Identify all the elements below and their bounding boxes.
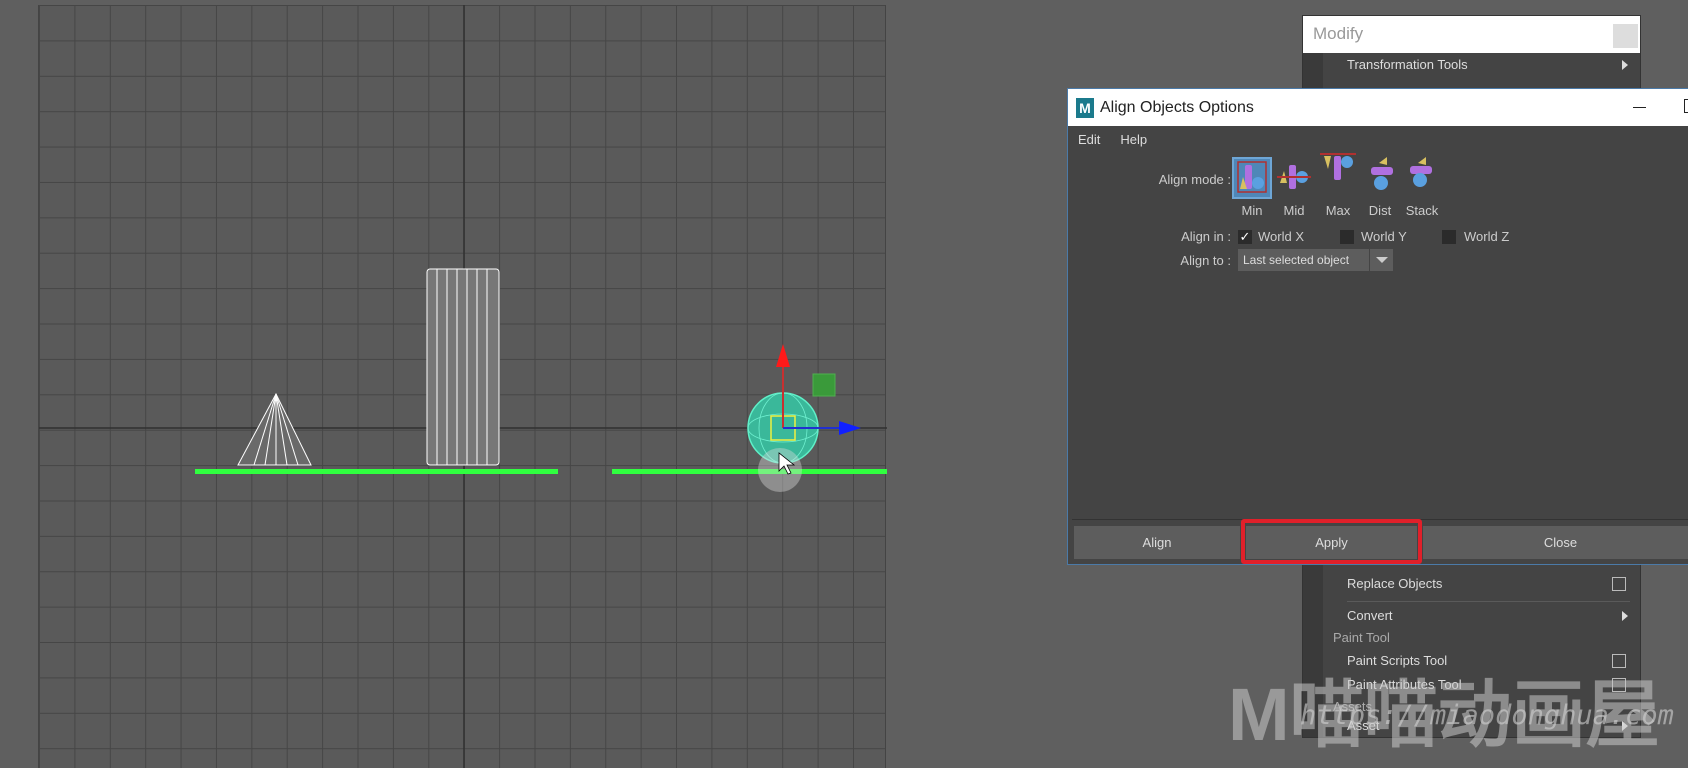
align-to-value: Last selected object — [1243, 253, 1350, 267]
cone-object — [237, 392, 312, 466]
world-z-label: World Z — [1464, 229, 1510, 244]
mode-label-max: Max — [1325, 203, 1351, 218]
dialog-menubar: Edit Help — [1068, 126, 1688, 152]
align-to-dropdown[interactable]: Last selected object — [1238, 249, 1393, 271]
align-mid-button[interactable] — [1274, 157, 1314, 199]
menu-item-label: Convert — [1347, 608, 1393, 623]
align-max-button[interactable] — [1318, 151, 1358, 193]
align-stack-button[interactable] — [1400, 151, 1440, 193]
menu-item-label: Transformation Tools — [1347, 57, 1468, 72]
dialog-title: Align Objects Options — [1100, 98, 1254, 116]
dialog-titlebar[interactable]: M Align Objects Options — [1068, 89, 1688, 126]
mode-label-dist: Dist — [1368, 203, 1392, 218]
menu-item-label: Replace Objects — [1347, 576, 1443, 591]
align-mode-label: Align mode : — [1158, 172, 1231, 187]
world-y-checkbox[interactable] — [1340, 230, 1354, 244]
align-dist-button[interactable] — [1361, 151, 1401, 193]
align-to-label: Align to : — [1180, 253, 1231, 268]
maximize-icon[interactable] — [1684, 99, 1688, 113]
close-icon[interactable] — [1613, 24, 1638, 48]
mode-label-mid: Mid — [1283, 203, 1305, 218]
section-paint-tool: Paint Tool — [1333, 630, 1632, 645]
cylinder-object — [426, 268, 500, 466]
watermark-url: https://miaodonghua.com — [1300, 700, 1674, 731]
section-label: Paint Tool — [1333, 630, 1390, 645]
ground-plane-left — [195, 469, 558, 474]
menu-edit[interactable]: Edit — [1078, 132, 1100, 147]
world-z-checkbox[interactable] — [1442, 230, 1456, 244]
world-x-label: World X — [1258, 229, 1304, 244]
menu-item-replace-objects[interactable]: Replace Objects — [1347, 576, 1630, 602]
menu-item-convert[interactable]: Convert — [1347, 608, 1630, 630]
viewport[interactable] — [38, 5, 887, 768]
chevron-down-icon — [1369, 249, 1393, 271]
menu-help[interactable]: Help — [1120, 132, 1147, 147]
world-y-label: World Y — [1361, 229, 1407, 244]
highlight-box — [1241, 519, 1422, 564]
world-x-checkbox[interactable]: ✓ — [1238, 230, 1252, 244]
align-objects-dialog: M Align Objects Options Edit Help Align … — [1067, 88, 1688, 565]
close-button[interactable]: Close — [1423, 526, 1688, 559]
mode-label-stack: Stack — [1405, 203, 1439, 218]
submenu-arrow-icon — [1622, 611, 1628, 621]
maya-logo-icon: M — [1076, 97, 1094, 118]
modify-menu-title: Modify — [1303, 16, 1640, 53]
option-box-icon[interactable] — [1612, 577, 1626, 591]
menu-item-transformation-tools[interactable]: Transformation Tools — [1347, 57, 1630, 79]
align-min-button[interactable] — [1232, 157, 1272, 199]
mode-label-min: Min — [1241, 203, 1263, 218]
minimize-icon[interactable] — [1633, 107, 1646, 108]
scene — [39, 5, 887, 768]
ground-plane-right — [612, 469, 887, 474]
submenu-arrow-icon — [1622, 60, 1628, 70]
align-in-label: Align in : — [1181, 229, 1231, 244]
align-button[interactable]: Align — [1074, 526, 1240, 559]
